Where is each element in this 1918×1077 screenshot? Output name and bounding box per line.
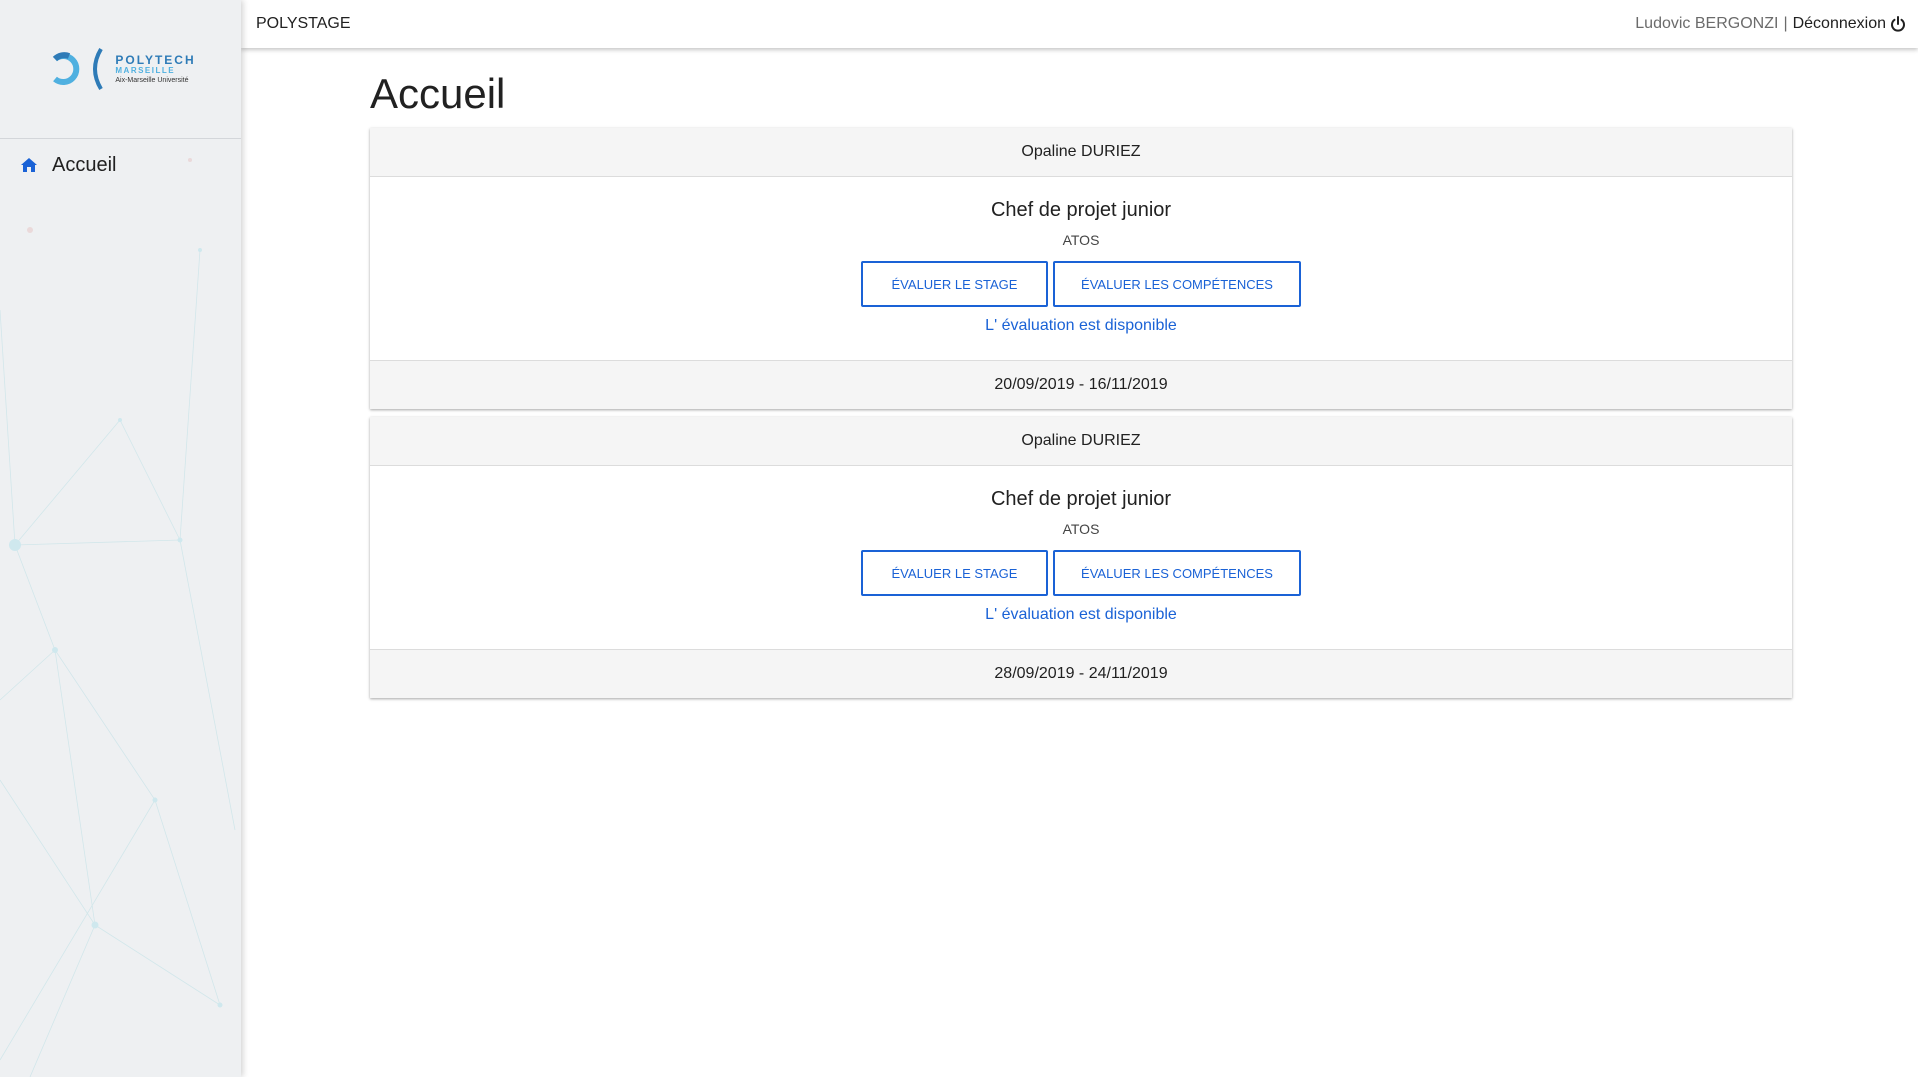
internship-card: Opaline DURIEZ Chef de projet junior ATO…	[370, 128, 1792, 409]
main-content: Accueil Opaline DURIEZ Chef de projet ju…	[370, 48, 1792, 706]
evaluate-skills-button[interactable]: ÉVALUER LES COMPÉTENCES	[1053, 550, 1301, 596]
page-title: Accueil	[370, 70, 506, 117]
card-footer: 28/09/2019 - 24/11/2019	[370, 649, 1792, 698]
user-separator: |	[1783, 15, 1788, 32]
job-title: Chef de projet junior	[990, 488, 1172, 510]
polytech-logo-mark-icon	[53, 47, 104, 91]
logout-label: Déconnexion	[1792, 15, 1886, 32]
top-bar: POLYSTAGE Ludovic BERGONZI | Déconnexion	[241, 0, 1918, 48]
sidebar: POLYTECH MARSEILLE Aix-Marseille Univers…	[0, 0, 241, 1077]
logo-text: POLYTECH MARSEILLE Aix-Marseille Univers…	[115, 54, 195, 84]
student-name: Opaline DURIEZ	[1021, 143, 1141, 160]
sidebar-item-label: Accueil	[52, 153, 117, 176]
card-header: Opaline DURIEZ	[370, 417, 1792, 466]
card-body: Chef de projet junior ATOS ÉVALUER LE ST…	[370, 177, 1792, 360]
evaluate-skills-button[interactable]: ÉVALUER LES COMPÉTENCES	[1053, 261, 1301, 307]
user-area: Ludovic BERGONZI | Déconnexion	[1635, 15, 1906, 33]
home-icon	[21, 158, 37, 172]
card-actions: ÉVALUER LE STAGE ÉVALUER LES COMPÉTENCES	[370, 550, 1792, 596]
evaluation-available-link[interactable]: L' évaluation est disponible	[985, 606, 1177, 624]
logo-line1: POLYTECH	[115, 53, 196, 67]
evaluate-internship-button[interactable]: ÉVALUER LE STAGE	[861, 550, 1048, 596]
logo-line3: Aix-Marseille Université	[115, 77, 189, 84]
job-title: Chef de projet junior	[990, 199, 1172, 221]
card-actions: ÉVALUER LE STAGE ÉVALUER LES COMPÉTENCES	[370, 261, 1792, 307]
user-name: Ludovic BERGONZI	[1635, 15, 1779, 32]
logo-line2: MARSEILLE	[115, 66, 176, 75]
app-name[interactable]: POLYSTAGE	[256, 15, 351, 33]
evaluate-internship-button[interactable]: ÉVALUER LE STAGE	[861, 261, 1048, 307]
student-name: Opaline DURIEZ	[1021, 432, 1141, 449]
company-name: ATOS	[1062, 521, 1100, 537]
card-header: Opaline DURIEZ	[370, 128, 1792, 177]
internship-card: Opaline DURIEZ Chef de projet junior ATO…	[370, 417, 1792, 698]
internship-dates: 20/09/2019 - 16/11/2019	[994, 376, 1168, 393]
logout-button[interactable]: Déconnexion	[1793, 15, 1906, 33]
evaluation-available-link[interactable]: L' évaluation est disponible	[985, 317, 1177, 335]
sidebar-item-accueil[interactable]: Accueil	[0, 147, 241, 183]
card-footer: 20/09/2019 - 16/11/2019	[370, 360, 1792, 409]
polytech-logo[interactable]: POLYTECH MARSEILLE Aix-Marseille Univers…	[45, 46, 195, 92]
power-icon	[1891, 16, 1905, 32]
internship-dates: 28/09/2019 - 24/11/2019	[994, 665, 1168, 682]
company-name: ATOS	[1062, 232, 1100, 248]
logo-area: POLYTECH MARSEILLE Aix-Marseille Univers…	[0, 0, 241, 139]
card-body: Chef de projet junior ATOS ÉVALUER LE ST…	[370, 466, 1792, 649]
